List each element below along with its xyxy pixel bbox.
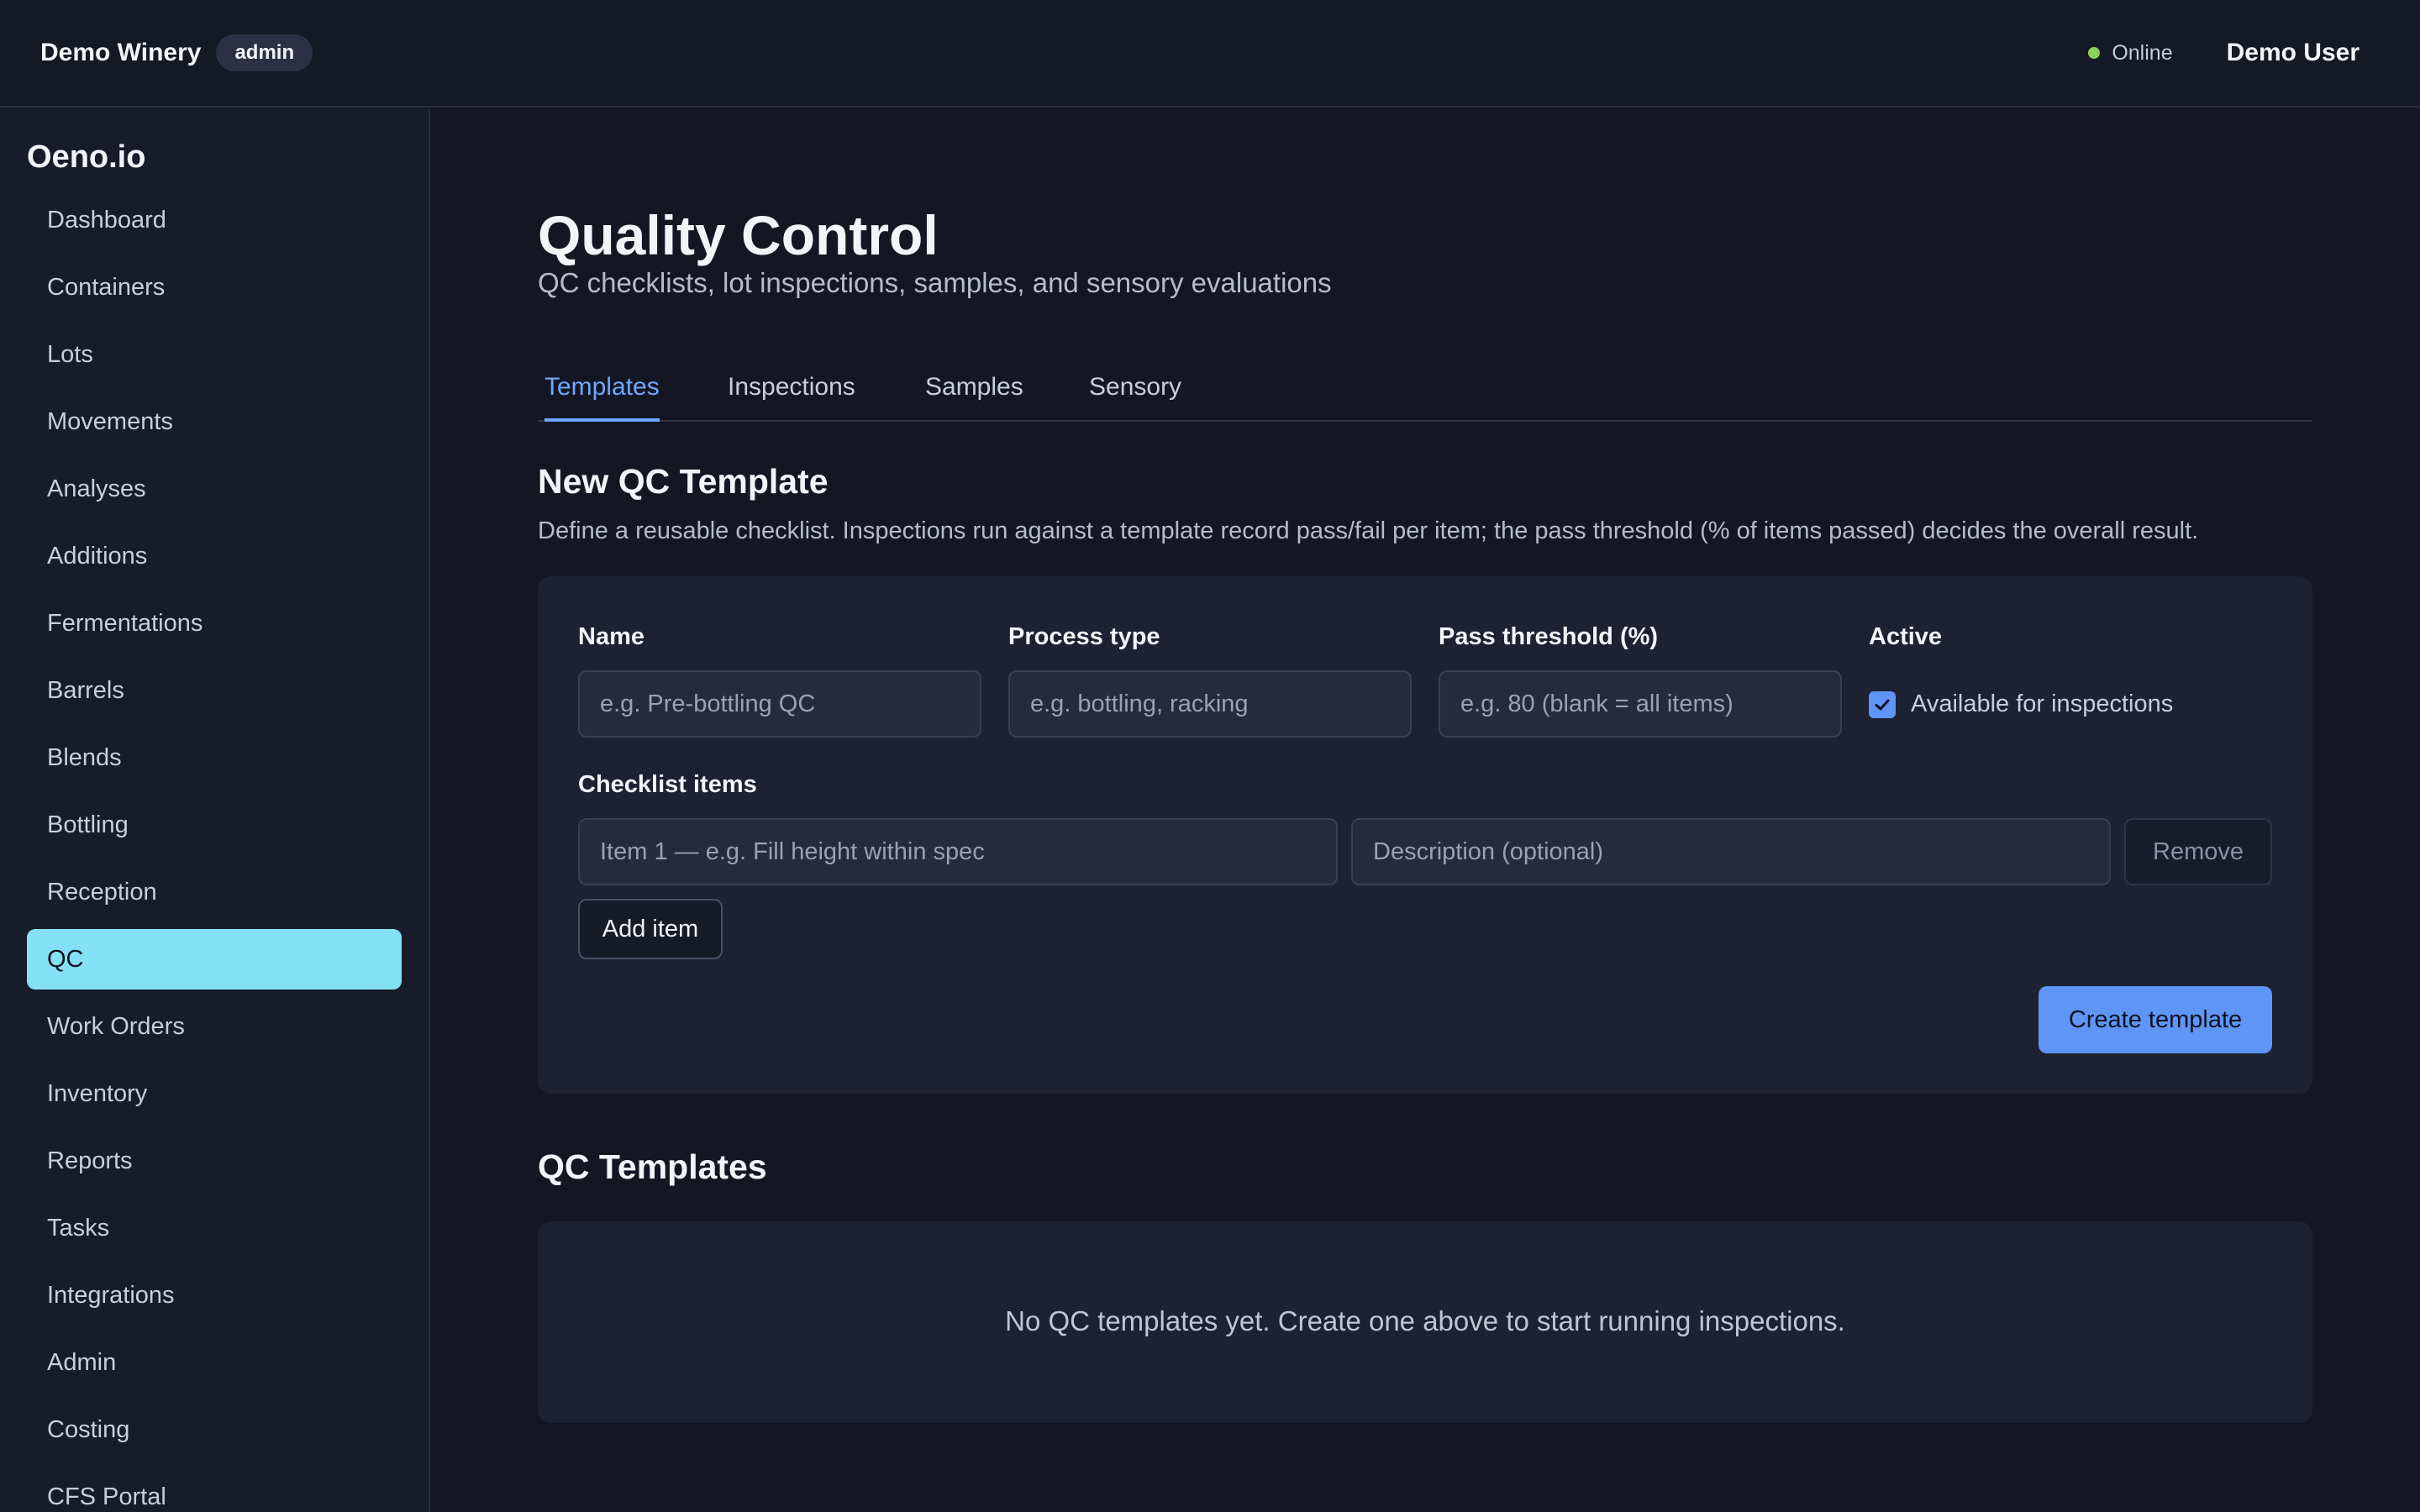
tab-sensory[interactable]: Sensory — [1089, 373, 1181, 422]
sidebar-item-lots[interactable]: Lots — [27, 324, 402, 385]
sidebar-item-reception[interactable]: Reception — [27, 862, 402, 922]
tab-samples[interactable]: Samples — [925, 373, 1023, 422]
active-checkbox-row[interactable]: Available for inspections — [1869, 690, 2173, 718]
sidebar-item-work-orders[interactable]: Work Orders — [27, 996, 402, 1057]
pass-threshold-label: Pass threshold (%) — [1439, 623, 1659, 650]
process-type-input[interactable] — [1008, 670, 1412, 738]
sidebar-item-containers[interactable]: Containers — [27, 257, 402, 318]
sidebar-item-movements[interactable]: Movements — [27, 391, 402, 452]
sidebar-item-fermentations[interactable]: Fermentations — [27, 593, 402, 654]
org-switcher[interactable]: Demo Winery admin — [40, 34, 313, 71]
sidebar-item-dashboard[interactable]: Dashboard — [27, 190, 402, 250]
qc-templates-title: QC Templates — [538, 1147, 767, 1186]
sidebar-item-costing[interactable]: Costing — [27, 1399, 402, 1460]
tab-templates[interactable]: Templates — [544, 373, 660, 422]
sidebar-item-qc[interactable]: QC — [27, 929, 402, 990]
create-template-button[interactable]: Create template — [2039, 986, 2272, 1053]
remove-item-button[interactable]: Remove — [2124, 818, 2272, 885]
checklist-items-label: Checklist items — [578, 771, 757, 798]
sidebar-item-barrels[interactable]: Barrels — [27, 660, 402, 721]
active-label: Active — [1869, 623, 1943, 650]
page-title: Quality Control — [538, 204, 939, 266]
sidebar-item-analyses[interactable]: Analyses — [27, 459, 402, 519]
new-template-title: New QC Template — [538, 462, 829, 501]
sidebar-item-additions[interactable]: Additions — [27, 526, 402, 586]
sidebar-nav: Dashboard Containers Lots Movements Anal… — [27, 190, 402, 1512]
sidebar-item-blends[interactable]: Blends — [27, 727, 402, 788]
checklist-item-input[interactable] — [578, 818, 1338, 885]
name-label: Name — [578, 623, 644, 650]
name-input[interactable] — [578, 670, 981, 738]
check-icon — [1875, 699, 1890, 710]
connection-status: Online — [2088, 40, 2173, 66]
sidebar-item-bottling[interactable]: Bottling — [27, 795, 402, 855]
sidebar: Oeno.io Dashboard Containers Lots Moveme… — [0, 109, 430, 1512]
brand-logo[interactable]: Oeno.io — [27, 139, 145, 176]
role-badge: admin — [216, 34, 313, 71]
active-checkbox[interactable] — [1869, 690, 1896, 718]
user-menu[interactable]: Demo User — [2227, 39, 2360, 67]
status-dot-icon — [2088, 47, 2101, 59]
active-checkbox-label: Available for inspections — [1911, 690, 2174, 717]
sidebar-item-cfs-portal[interactable]: CFS Portal — [27, 1467, 402, 1512]
new-template-description: Define a reusable checklist. Inspections… — [538, 517, 2199, 544]
sidebar-item-tasks[interactable]: Tasks — [27, 1198, 402, 1258]
status-text: Online — [2112, 40, 2173, 65]
sidebar-item-admin[interactable]: Admin — [27, 1332, 402, 1393]
sidebar-item-reports[interactable]: Reports — [27, 1131, 402, 1191]
org-name[interactable]: Demo Winery — [40, 39, 201, 67]
new-template-form: Name Process type Pass threshold (%) Act… — [538, 576, 2312, 1094]
templates-empty-state: No QC templates yet. Create one above to… — [538, 1221, 2312, 1423]
checklist-item-description-input[interactable] — [1351, 818, 2111, 885]
page-subtitle: QC checklists, lot inspections, samples,… — [538, 267, 1332, 298]
tab-inspections[interactable]: Inspections — [728, 373, 855, 422]
tab-bar: Templates Inspections Samples Sensory — [538, 361, 2312, 422]
pass-threshold-input[interactable] — [1439, 670, 1842, 738]
top-bar: Demo Winery admin Online Demo User — [0, 0, 2420, 108]
process-type-label: Process type — [1008, 623, 1160, 650]
sidebar-item-integrations[interactable]: Integrations — [27, 1265, 402, 1326]
add-item-button[interactable]: Add item — [578, 899, 723, 959]
empty-state-text: No QC templates yet. Create one above to… — [1005, 1305, 1845, 1336]
sidebar-item-inventory[interactable]: Inventory — [27, 1063, 402, 1124]
